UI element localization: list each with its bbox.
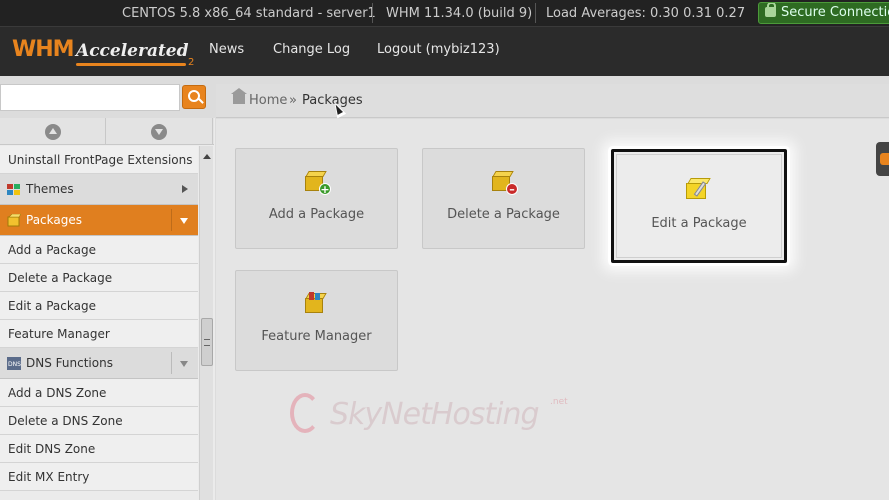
sidebar-item-label: Add a Package bbox=[8, 243, 96, 257]
sidebar-scroll-controls bbox=[0, 118, 214, 145]
whm-version: WHM 11.34.0 (build 9) bbox=[386, 6, 533, 21]
arrow-up-icon bbox=[45, 124, 61, 140]
tile-inner-frame bbox=[616, 154, 782, 258]
sidebar-search-input[interactable] bbox=[0, 84, 180, 111]
breadcrumb: Home » Packages bbox=[216, 84, 889, 118]
sidebar-item-edit-package[interactable]: Edit a Package bbox=[0, 292, 198, 320]
logo-version: 2 bbox=[188, 57, 195, 68]
chevron-right-icon bbox=[182, 185, 188, 193]
sidebar-category-label: Themes bbox=[26, 182, 74, 196]
edit-package-tile[interactable]: Edit a Package bbox=[611, 149, 787, 263]
sidebar-item-label: Edit DNS Zone bbox=[8, 442, 96, 456]
watermark-suffix: .net bbox=[550, 397, 568, 407]
sidebar-item-label: Delete a DNS Zone bbox=[8, 414, 123, 428]
secure-connection-label: Secure Connection bbox=[781, 5, 889, 20]
packages-icon bbox=[7, 214, 21, 227]
sidebar-item-label: Edit a Package bbox=[8, 299, 96, 313]
feature-manager-tile[interactable]: Feature Manager bbox=[235, 270, 398, 371]
sidebar-menu: Uninstall FrontPage Extensions Themes Pa… bbox=[0, 146, 198, 491]
tile-label: Delete a Package bbox=[447, 207, 560, 222]
tile-label: Add a Package bbox=[268, 207, 365, 222]
watermark-text: SkyNetHosting bbox=[330, 397, 540, 432]
chevron-down-icon bbox=[180, 361, 188, 367]
scroll-up-arrow-icon[interactable] bbox=[203, 154, 211, 159]
sidebar-item-feature-manager[interactable]: Feature Manager bbox=[0, 320, 198, 348]
sidebar-item-edit-dns-zone[interactable]: Edit DNS Zone bbox=[0, 435, 198, 463]
feature-manager-icon bbox=[305, 292, 329, 315]
status-divider bbox=[372, 3, 373, 23]
themes-icon bbox=[7, 184, 20, 195]
sidebar-item-label: Add a DNS Zone bbox=[8, 386, 107, 400]
edit-package-icon bbox=[686, 177, 711, 199]
search-icon[interactable] bbox=[182, 85, 206, 109]
delete-package-tile[interactable]: – Delete a Package bbox=[422, 148, 585, 249]
scrollbar-thumb[interactable] bbox=[201, 318, 213, 366]
sidebar-item-add-dns-zone[interactable]: Add a DNS Zone bbox=[0, 379, 198, 407]
chevron-down-icon bbox=[180, 218, 188, 224]
sidebar-item-label: Delete a Package bbox=[8, 271, 113, 285]
breadcrumb-home-link[interactable]: Home bbox=[249, 93, 287, 108]
secure-connection-badge: Secure Connection bbox=[758, 2, 889, 24]
scroll-up-button[interactable] bbox=[0, 118, 106, 145]
breadcrumb-separator: » bbox=[289, 93, 297, 108]
sidebar-item-delete-dns-zone[interactable]: Delete a DNS Zone bbox=[0, 407, 198, 435]
delete-package-icon: – bbox=[492, 171, 518, 195]
sidebar-category-dns-functions[interactable]: DNS DNS Functions bbox=[0, 348, 198, 379]
svg-text:DNS: DNS bbox=[8, 361, 21, 368]
tile-label: Edit a Package bbox=[651, 216, 747, 231]
skynethosting-watermark: SkyNetHosting .net bbox=[288, 385, 608, 445]
top-header: WHM Accelerated 2 News Change Log Logout… bbox=[0, 26, 889, 76]
category-divider bbox=[171, 352, 172, 374]
sidebar-item-label: Feature Manager bbox=[8, 327, 110, 341]
sidebar-category-label: DNS Functions bbox=[26, 356, 113, 370]
nav-logout-link[interactable]: Logout (mybiz123) bbox=[377, 42, 500, 57]
sidebar-scrollbar[interactable] bbox=[199, 146, 213, 500]
server-info: CENTOS 5.8 x86_64 standard - server1 bbox=[122, 6, 376, 21]
sidebar-item-add-package[interactable]: Add a Package bbox=[0, 236, 198, 264]
logo-whm: WHM bbox=[12, 37, 75, 62]
sidebar-category-packages[interactable]: Packages bbox=[0, 205, 198, 236]
sidebar-item-label: Edit MX Entry bbox=[8, 470, 90, 484]
add-package-icon: + bbox=[305, 171, 331, 195]
home-icon[interactable] bbox=[231, 88, 247, 104]
lock-icon bbox=[765, 3, 776, 17]
sidebar-item-uninstall-frontpage[interactable]: Uninstall FrontPage Extensions bbox=[0, 146, 198, 174]
load-averages: Load Averages: 0.30 0.31 0.27 bbox=[546, 6, 746, 21]
sidebar-item-label: Uninstall FrontPage Extensions bbox=[8, 153, 193, 167]
dns-icon: DNS bbox=[7, 357, 21, 370]
sidebar-category-themes[interactable]: Themes bbox=[0, 174, 198, 205]
tile-label: Feature Manager bbox=[261, 329, 372, 344]
scroll-down-button[interactable] bbox=[107, 118, 213, 145]
status-divider bbox=[535, 3, 536, 23]
watermark-logo-icon bbox=[290, 393, 320, 433]
sidebar-item-delete-package[interactable]: Delete a Package bbox=[0, 264, 198, 292]
logo-accelerated: Accelerated bbox=[76, 41, 189, 61]
nav-changelog-link[interactable]: Change Log bbox=[273, 42, 350, 57]
category-divider bbox=[171, 209, 172, 231]
sidebar-item-edit-mx-entry[interactable]: Edit MX Entry bbox=[0, 463, 198, 491]
server-status-bar: CENTOS 5.8 x86_64 standard - server1 WHM… bbox=[0, 0, 889, 26]
add-package-tile[interactable]: + Add a Package bbox=[235, 148, 398, 249]
sidebar-category-label: Packages bbox=[26, 213, 82, 227]
nav-news-link[interactable]: News bbox=[209, 42, 244, 57]
arrow-down-icon bbox=[151, 124, 167, 140]
logo-swoosh bbox=[76, 63, 186, 66]
side-panel-tab[interactable] bbox=[876, 142, 889, 176]
